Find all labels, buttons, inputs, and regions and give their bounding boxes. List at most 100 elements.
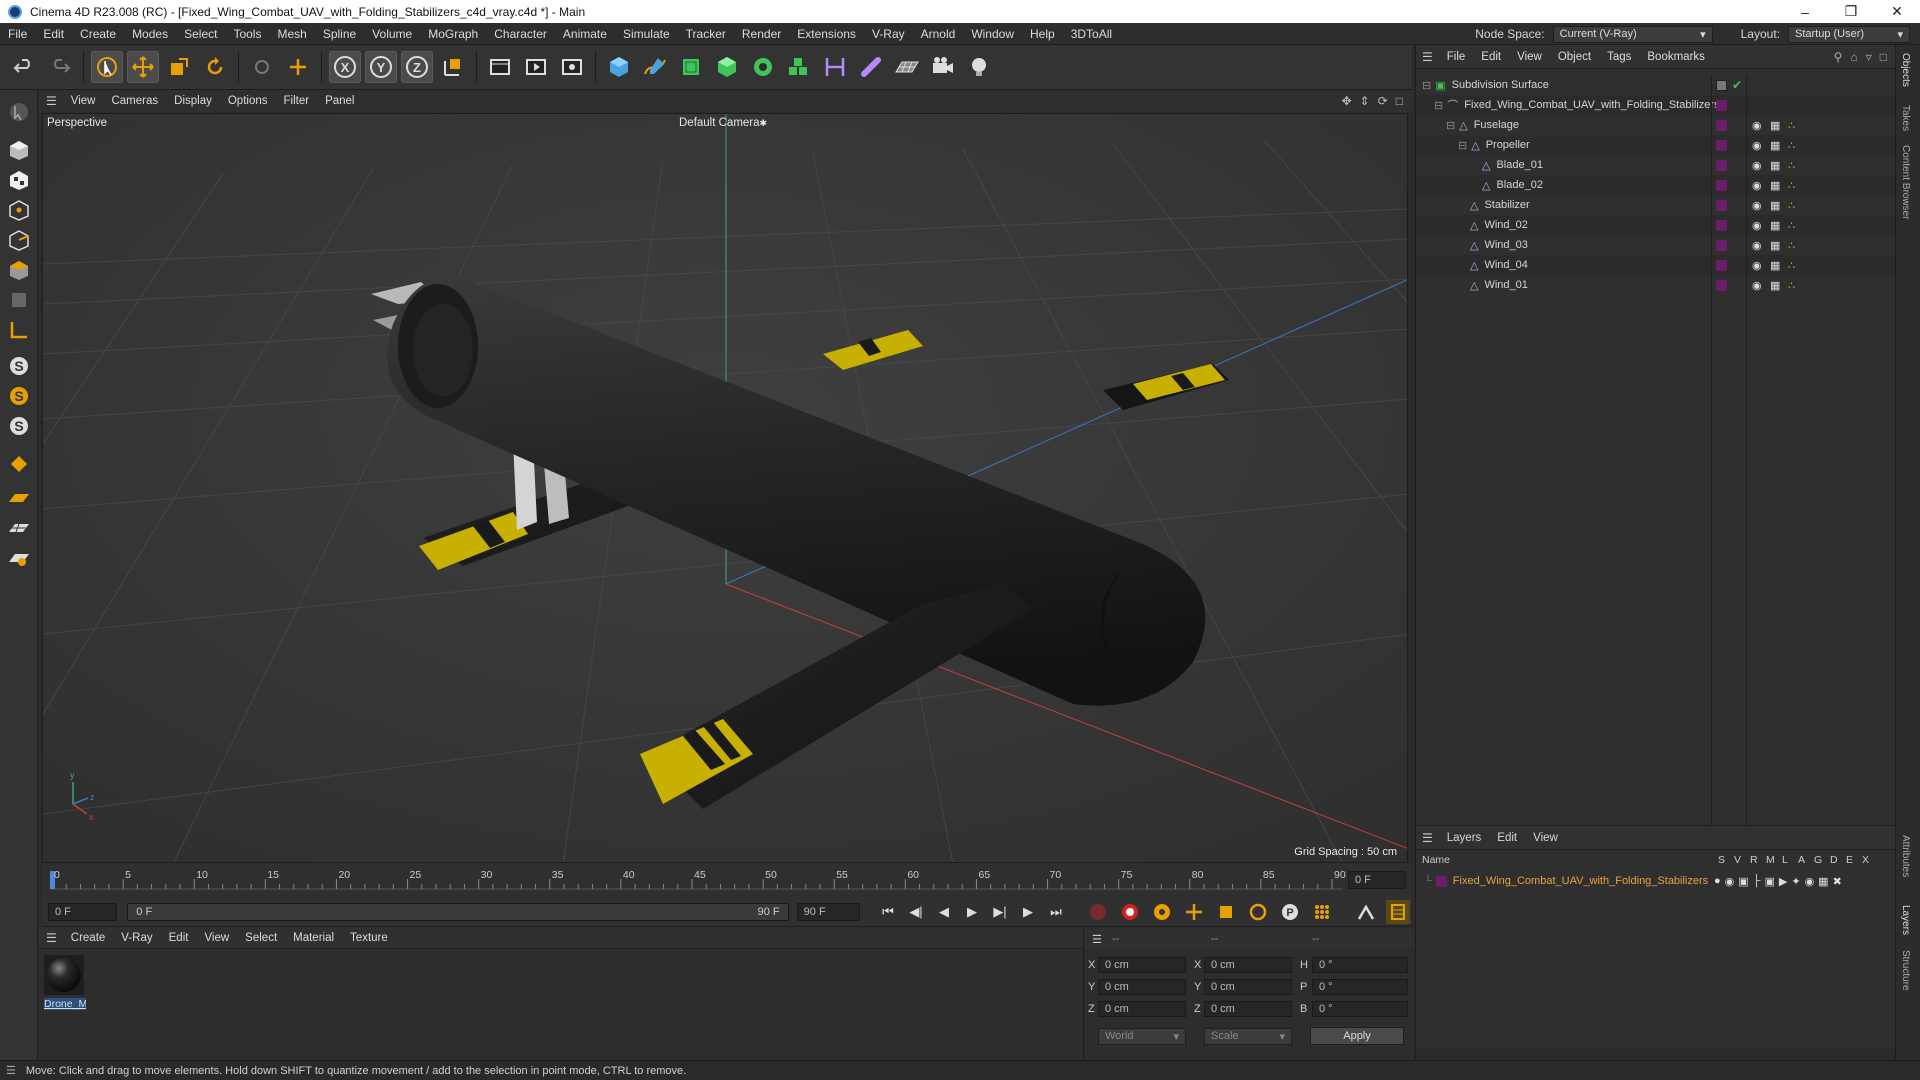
texture-tag-icon[interactable]: ▦	[1770, 139, 1780, 152]
viewport-menu-view[interactable]: View	[63, 95, 104, 107]
object-row[interactable]: △ Wind_04 ◉ ▦ ∴	[1416, 255, 1896, 275]
filter-icon[interactable]: ▿	[1866, 50, 1872, 64]
previous-frame-icon[interactable]: ◀	[932, 900, 956, 924]
edge-mode-button[interactable]	[3, 224, 35, 256]
rot-h-field[interactable]: 0 °	[1312, 957, 1408, 973]
spline-pen-icon[interactable]	[639, 51, 671, 83]
polygon-mode-button[interactable]	[3, 254, 35, 286]
menu-3dtoall[interactable]: 3DToAll	[1063, 23, 1120, 45]
layer-color-swatch[interactable]	[1716, 279, 1727, 291]
maximize-view-icon[interactable]: □	[1396, 94, 1403, 108]
material-menu-select[interactable]: Select	[237, 932, 285, 944]
menu-simulate[interactable]: Simulate	[615, 23, 678, 45]
hamburger-icon[interactable]: ☰	[1422, 50, 1433, 64]
field-icon[interactable]	[855, 51, 887, 83]
end-frame-field[interactable]: 90 F	[796, 902, 860, 921]
layer-color-swatch[interactable]	[1716, 179, 1727, 191]
pos-y-field[interactable]: 0 cm	[1098, 979, 1186, 995]
record-active-icon[interactable]	[1086, 900, 1110, 924]
layer-menu-layers[interactable]: Layers	[1439, 832, 1490, 844]
tab-structure[interactable]: Structure	[1900, 950, 1911, 991]
material-menu-material[interactable]: Material	[285, 932, 342, 944]
menu-vray[interactable]: V-Ray	[864, 23, 913, 45]
recent-tool-button[interactable]	[246, 51, 278, 83]
vray-tag-icon[interactable]: ∴	[1788, 219, 1795, 232]
viewport-menu-options[interactable]: Options	[220, 95, 276, 107]
material-tag-icon[interactable]: ◉	[1752, 159, 1762, 172]
new-window-icon[interactable]: □	[1880, 50, 1887, 64]
menu-animate[interactable]: Animate	[555, 23, 615, 45]
solo-dot-icon[interactable]: ●	[1714, 875, 1721, 888]
material-menu-vray[interactable]: V-Ray	[113, 932, 160, 944]
texture-tag-icon[interactable]: ▦	[1770, 219, 1780, 232]
transfer-tool-button[interactable]	[282, 51, 314, 83]
rot-p-field[interactable]: 0 °	[1312, 979, 1408, 995]
enabled-check-icon[interactable]: ✔	[1732, 78, 1742, 92]
timeline-layout-icon[interactable]	[1386, 899, 1410, 924]
texture-tag-icon[interactable]: ▦	[1770, 119, 1780, 132]
lock-icon[interactable]: ▣	[1764, 875, 1774, 888]
vray-tag-icon[interactable]: ∴	[1788, 259, 1795, 272]
material-swatch[interactable]: Drone_M	[44, 955, 86, 1010]
maximize-icon[interactable]: ❐	[1828, 0, 1874, 23]
snap-button[interactable]: S	[3, 350, 35, 382]
menu-character[interactable]: Character	[486, 23, 555, 45]
material-tag-icon[interactable]: ◉	[1752, 259, 1762, 272]
xref-icon[interactable]: ✖	[1833, 875, 1842, 888]
previous-key-icon[interactable]: ◀|	[904, 900, 928, 924]
vray-tag-icon[interactable]: ∴	[1788, 159, 1795, 172]
layer-color-swatch[interactable]	[1716, 199, 1727, 211]
texture-tag-icon[interactable]: ▦	[1770, 279, 1780, 292]
locked-workplane-button[interactable]	[3, 512, 35, 544]
autokey-icon[interactable]	[1118, 900, 1142, 924]
menu-tools[interactable]: Tools	[225, 23, 269, 45]
planar-workplane-button[interactable]	[3, 542, 35, 574]
expand-icon[interactable]: ⊟	[1422, 79, 1431, 92]
viewport-camera-label[interactable]: Default Camera✱	[679, 117, 767, 129]
visible-eye-icon[interactable]: ◉	[1725, 875, 1735, 888]
hamburger-icon[interactable]: ☰	[1092, 933, 1102, 946]
render-to-picture-viewer-button[interactable]	[520, 51, 552, 83]
make-editable-button[interactable]	[3, 96, 35, 128]
vray-tag-icon[interactable]: ∴	[1788, 239, 1795, 252]
material-menu-view[interactable]: View	[196, 932, 237, 944]
subdivision-surface-icon[interactable]	[675, 51, 707, 83]
layer-color-swatch[interactable]	[1716, 139, 1727, 151]
pan-view-icon[interactable]: ✥	[1342, 94, 1352, 108]
object-row[interactable]: △ Wind_01 ◉ ▦ ∴	[1416, 275, 1896, 295]
size-x-field[interactable]: 0 cm	[1204, 957, 1292, 973]
key-parameter-icon[interactable]: P	[1278, 900, 1302, 924]
layer-color-swatch[interactable]	[1716, 239, 1727, 251]
menu-create[interactable]: Create	[72, 23, 124, 45]
material-menu-create[interactable]: Create	[63, 932, 114, 944]
viewport-menu-display[interactable]: Display	[166, 95, 220, 107]
material-tag-icon[interactable]: ◉	[1752, 279, 1762, 292]
layout-dropdown[interactable]: Startup (User) ▾	[1788, 25, 1910, 43]
texture-tag-icon[interactable]: ▦	[1770, 259, 1780, 272]
pos-z-field[interactable]: 0 cm	[1098, 1001, 1186, 1017]
animation-play-icon[interactable]: ▶	[1779, 875, 1787, 888]
rot-b-field[interactable]: 0 °	[1312, 1001, 1408, 1017]
axis-mode-button[interactable]	[3, 314, 35, 346]
light-icon[interactable]	[963, 51, 995, 83]
render-settings-button[interactable]	[556, 51, 588, 83]
material-tag-icon[interactable]: ◉	[1752, 239, 1762, 252]
object-row[interactable]: ⊟ ▣ Subdivision Surface ✔	[1416, 75, 1896, 95]
material-tag-icon[interactable]: ◉	[1752, 179, 1762, 192]
tab-content-browser[interactable]: Content Browser	[1900, 145, 1911, 219]
expand-icon[interactable]: ⊟	[1446, 119, 1455, 132]
node-space-dropdown[interactable]: Current (V-Ray) ▾	[1552, 25, 1713, 43]
deformer-icon[interactable]	[819, 51, 851, 83]
frame-range-slider[interactable]: 0 F 90 F	[127, 902, 789, 921]
vray-tag-icon[interactable]: ∴	[1788, 199, 1795, 212]
workplane-snap-button[interactable]: S	[3, 410, 35, 442]
menu-volume[interactable]: Volume	[364, 23, 420, 45]
x-axis-lock-button[interactable]: X	[329, 51, 361, 83]
material-tag-icon[interactable]: ◉	[1752, 199, 1762, 212]
object-menu-edit[interactable]: Edit	[1473, 51, 1509, 63]
layer-menu-edit[interactable]: Edit	[1489, 832, 1525, 844]
edit-toggle-icon[interactable]	[1716, 79, 1727, 91]
workplane-button[interactable]	[3, 482, 35, 514]
texture-tag-icon[interactable]: ▦	[1770, 159, 1780, 172]
snap-settings-button[interactable]: S	[3, 380, 35, 412]
